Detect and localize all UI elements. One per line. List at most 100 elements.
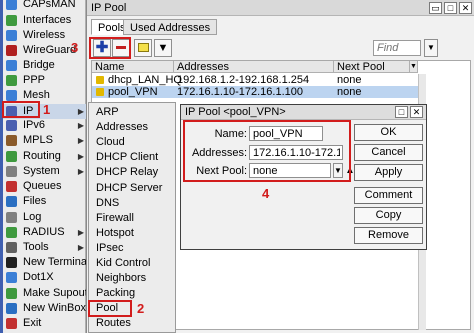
menu-item-ppp[interactable]: PPP [0, 73, 86, 88]
menu-item-new-winbox[interactable]: New WinBox [0, 301, 86, 316]
bridge-icon [6, 60, 17, 71]
copy-button[interactable]: Copy [354, 207, 423, 224]
cancel-button[interactable]: Cancel [354, 144, 423, 161]
menu-item-label: Files [23, 195, 47, 207]
menu-item-make-supout-rif[interactable]: Make Supout.rif [0, 286, 100, 301]
interfaces-icon [6, 15, 17, 26]
filter-button[interactable]: ▼ [154, 39, 172, 57]
callout-box-add [89, 37, 131, 59]
submenu-item-dhcp-client[interactable]: DHCP Client [89, 150, 175, 165]
submenu-item-routes[interactable]: Routes [89, 316, 175, 331]
remove-button-dialog[interactable]: Remove [354, 227, 423, 244]
winbox-icon [6, 303, 17, 314]
submenu-item-ipsec[interactable]: IPsec [89, 241, 175, 256]
menu-item-tools[interactable]: Tools ▶ [0, 240, 86, 255]
row-name: dhcp_LAN_HQ [108, 74, 182, 86]
ok-button[interactable]: OK [354, 124, 423, 141]
menu-item-exit[interactable]: Exit [0, 316, 86, 331]
menu-item-interfaces[interactable]: Interfaces [0, 13, 86, 28]
menu-item-files[interactable]: Files [0, 194, 86, 209]
chevron-right-icon: ▶ [77, 136, 84, 145]
row-name: pool_VPN [108, 86, 158, 98]
files-icon [6, 196, 17, 207]
callout-number-3: 3 [71, 40, 79, 55]
ip-pool-window-title: IP Pool [91, 2, 127, 14]
dialog-maximize-icon[interactable]: □ [395, 106, 408, 118]
radius-icon [6, 227, 17, 238]
menu-item-label: New WinBox [23, 302, 86, 314]
comment-button-dialog[interactable]: Comment [354, 187, 423, 204]
tab-used-addresses[interactable]: Used Addresses [123, 19, 218, 35]
submenu-item-kid-control[interactable]: Kid Control [89, 256, 175, 271]
menu-item-radius[interactable]: RADIUS ▶ [0, 225, 86, 240]
menu-item-capsman[interactable]: CAPsMAN [0, 0, 86, 12]
menu-item-bridge[interactable]: Bridge [0, 58, 86, 73]
log-icon [6, 212, 17, 223]
apply-button[interactable]: Apply [354, 164, 423, 181]
chevron-right-icon: ▶ [77, 243, 84, 252]
menu-item-label: WireGuard [23, 44, 77, 56]
column-header-addresses[interactable]: Addresses [174, 61, 334, 73]
submenu-item-dhcp-relay[interactable]: DHCP Relay [89, 165, 175, 180]
maximize-icon[interactable]: □ [444, 2, 457, 14]
menu-item-label: Bridge [23, 59, 55, 71]
submenu-item-arp[interactable]: ARP [89, 105, 175, 120]
routing-icon [6, 151, 17, 162]
callout-number-1: 1 [43, 102, 51, 117]
menu-item-mpls[interactable]: MPLS ▶ [0, 133, 86, 148]
submenu-item-neighbors[interactable]: Neighbors [89, 271, 175, 286]
pool-icon [96, 88, 104, 96]
ip-pool-titlebar[interactable]: IP Pool ▭ □ ✕ [87, 0, 474, 16]
column-menu-icon[interactable]: ▼ [410, 61, 418, 73]
callout-number-2: 2 [137, 301, 145, 316]
menu-item-log[interactable]: Log [0, 210, 86, 225]
close-icon[interactable]: ✕ [459, 2, 472, 14]
dropdown-icon[interactable]: ▼ [424, 39, 438, 57]
menu-item-queues[interactable]: Queues [0, 179, 86, 194]
submenu-item-hotspot[interactable]: Hotspot [89, 226, 175, 241]
mpls-icon [6, 135, 17, 146]
menu-item-label: MPLS [23, 134, 53, 146]
menu-item-label: CAPsMAN [23, 0, 76, 10]
submenu-item-cloud[interactable]: Cloud [89, 135, 175, 150]
dot1x-icon [6, 272, 17, 283]
capsman-icon [6, 0, 17, 10]
comment-button[interactable] [134, 39, 152, 57]
callout-box-pool [88, 300, 132, 317]
callout-number-4: 4 [262, 186, 270, 201]
chevron-right-icon: ▶ [77, 167, 84, 176]
submenu-item-dhcp-server[interactable]: DHCP Server [89, 181, 175, 196]
menu-item-dot1x[interactable]: Dot1X [0, 270, 86, 285]
comment-icon [137, 42, 149, 52]
queues-icon [6, 181, 17, 192]
callout-box-ip [2, 101, 40, 118]
menu-item-routing[interactable]: Routing ▶ [0, 149, 86, 164]
menu-item-label: IPv6 [23, 119, 46, 131]
row-next-pool: none [337, 86, 362, 98]
submenu-item-addresses[interactable]: Addresses [89, 120, 175, 135]
menu-item-label: Exit [23, 317, 42, 329]
dialog-titlebar[interactable]: IP Pool <pool_VPN> □ ✕ [181, 105, 426, 120]
column-header-next-pool[interactable]: Next Pool [334, 61, 410, 73]
ip-submenu: ARP Addresses Cloud DHCP Client DHCP Relay DH… [88, 102, 176, 333]
system-icon [6, 166, 17, 177]
menu-item-label: System [23, 165, 60, 177]
callout-box-fields [183, 120, 351, 182]
minimize-icon[interactable]: ▭ [429, 2, 442, 14]
row-next-pool: none [337, 74, 362, 86]
dialog-close-icon[interactable]: ✕ [410, 106, 423, 118]
menu-item-ipv6[interactable]: IPv6 ▶ [0, 118, 86, 133]
chevron-right-icon: ▶ [77, 107, 84, 116]
pool-icon [96, 76, 104, 84]
chevron-right-icon: ▶ [77, 152, 84, 161]
menu-item-new-terminal[interactable]: New Terminal [0, 255, 89, 270]
submenu-item-packing[interactable]: Packing [89, 286, 175, 301]
column-header-name[interactable]: Name [92, 61, 174, 73]
submenu-item-firewall[interactable]: Firewall [89, 211, 175, 226]
find-input[interactable] [373, 40, 421, 56]
table-row[interactable]: dhcp_LAN_HQ 192.168.1.2-192.168.1.254 no… [92, 74, 418, 86]
menu-item-system[interactable]: System ▶ [0, 164, 86, 179]
row-addresses: 192.168.1.2-192.168.1.254 [177, 74, 310, 86]
table-row-selected[interactable]: pool_VPN 172.16.1.10-172.16.1.100 none [92, 86, 418, 98]
submenu-item-dns[interactable]: DNS [89, 196, 175, 211]
